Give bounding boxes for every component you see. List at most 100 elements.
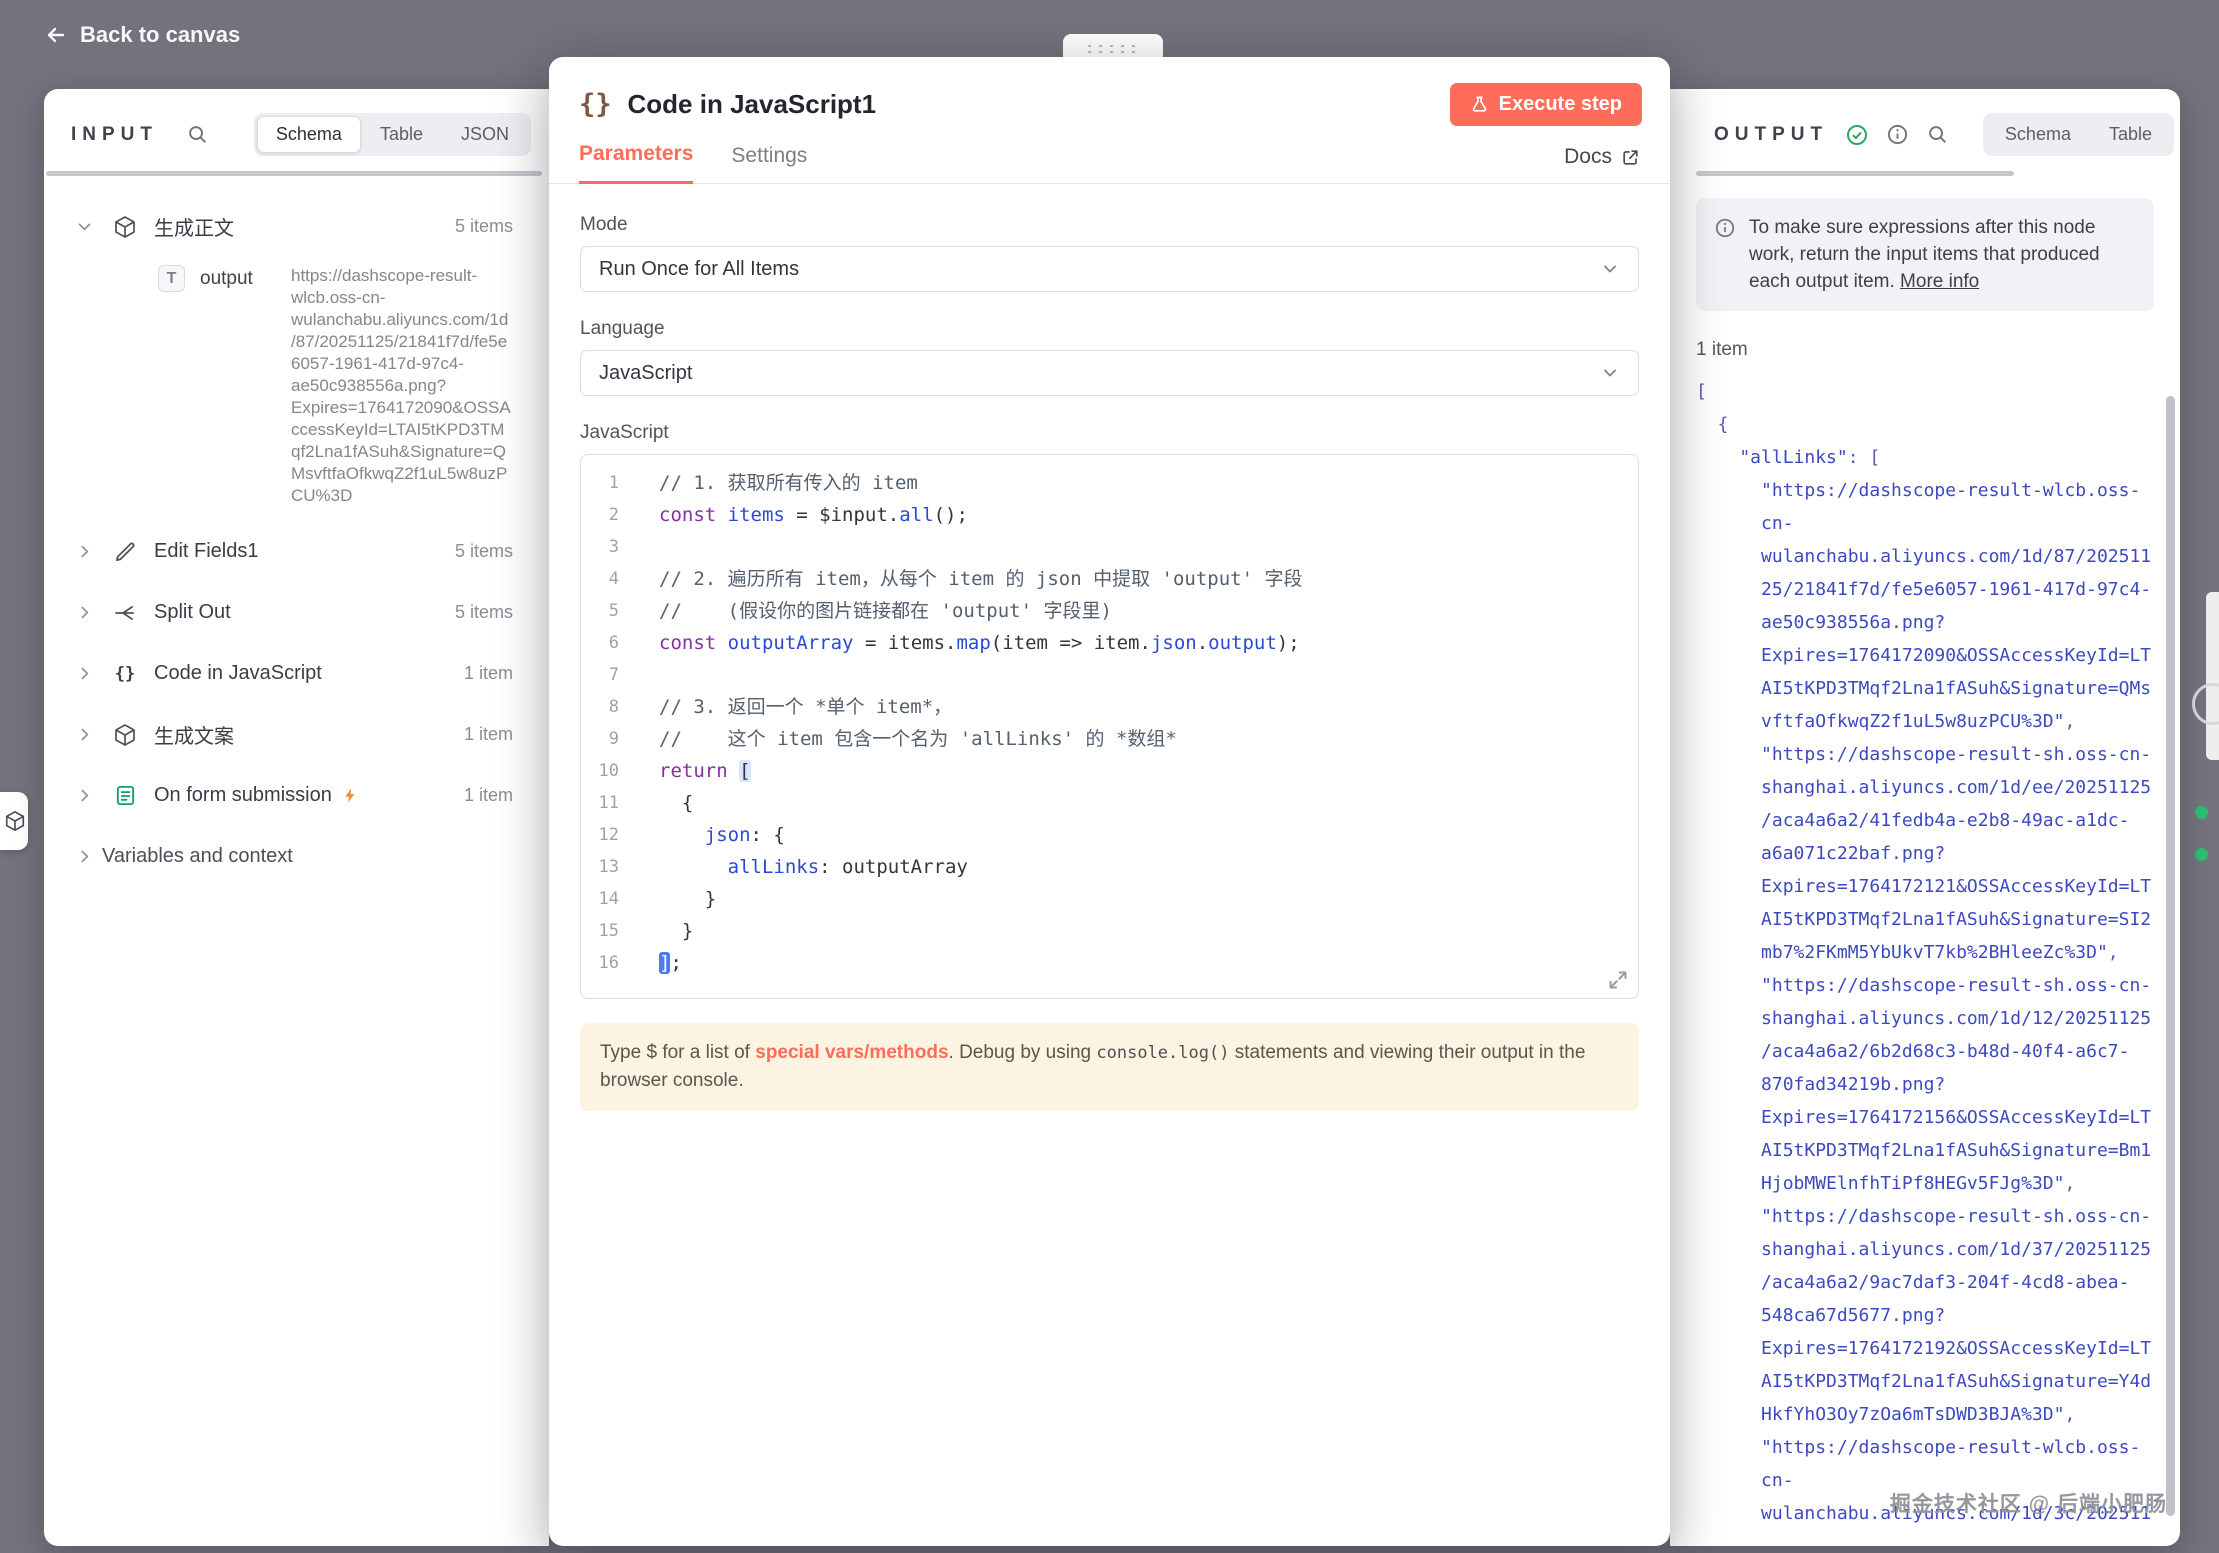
input-horizontal-scrollbar[interactable] bbox=[46, 171, 542, 176]
line-number-gutter: 12345678910111213141516 bbox=[581, 467, 633, 979]
input-node-row[interactable]: 生成文案1 item bbox=[76, 704, 513, 765]
expand-editor-icon[interactable] bbox=[1608, 970, 1628, 990]
code-token: = $input. bbox=[785, 504, 899, 526]
canvas-endpoint-circle bbox=[2192, 683, 2219, 725]
code-line: const outputArray = items.map(item => it… bbox=[659, 627, 1638, 659]
tab-settings[interactable]: Settings bbox=[731, 144, 807, 183]
line-number: 11 bbox=[581, 787, 633, 819]
code-token: } bbox=[659, 888, 716, 910]
code-token: allLinks bbox=[728, 856, 820, 878]
chevron-right-icon[interactable] bbox=[76, 604, 96, 621]
chevron-down-icon bbox=[1600, 259, 1620, 279]
node-editor-tabs: Parameters Settings Docs bbox=[549, 142, 1670, 184]
tab-output-schema[interactable]: Schema bbox=[1986, 116, 2090, 153]
language-value: JavaScript bbox=[599, 362, 692, 385]
code-token: ] bbox=[659, 952, 670, 974]
special-vars-link[interactable]: special vars/methods bbox=[755, 1042, 948, 1063]
code-line: const items = $input.all(); bbox=[659, 499, 1638, 531]
tab-input-json[interactable]: JSON bbox=[442, 116, 528, 153]
drag-dots-icon bbox=[1084, 43, 1142, 55]
pencil-icon bbox=[112, 539, 138, 565]
line-number: 9 bbox=[581, 723, 633, 755]
code-token: map bbox=[956, 632, 990, 654]
json-string-value: "https://dashscope-result-wlcb.oss-cn-wu… bbox=[1761, 480, 2151, 732]
code-line bbox=[659, 531, 1638, 563]
json-bracket: [ bbox=[1696, 381, 1707, 402]
json-string-value: "https://dashscope-result-sh.oss-cn-shan… bbox=[1761, 975, 2151, 1194]
chevron-right-icon[interactable] bbox=[76, 665, 96, 682]
more-info-link[interactable]: More info bbox=[1900, 271, 1979, 292]
code-token: // 1. 获取所有传入的 item bbox=[659, 472, 918, 494]
output-panel-header: OUTPUT Schema Table bbox=[1670, 89, 2180, 168]
code-line: allLinks: outputArray bbox=[659, 851, 1638, 883]
chevron-right-icon[interactable] bbox=[76, 543, 96, 560]
code-token: json bbox=[1151, 632, 1197, 654]
code-line: // 1. 获取所有传入的 item bbox=[659, 467, 1638, 499]
info-icon bbox=[1714, 217, 1736, 295]
json-string: "https://dashscope-result-sh.oss-cn-shan… bbox=[1761, 969, 2156, 1200]
schema-field-row[interactable]: Toutputhttps://dashscope-result-wlcb.oss… bbox=[76, 257, 513, 521]
chevron-down-icon bbox=[1600, 363, 1620, 383]
output-horizontal-scrollbar[interactable] bbox=[1696, 171, 2014, 176]
line-number: 8 bbox=[581, 691, 633, 723]
code-token: (); bbox=[934, 504, 968, 526]
item-count: 5 items bbox=[455, 602, 513, 623]
item-count: 5 items bbox=[455, 216, 513, 237]
output-json-view: [ { "allLinks": [ "https://dashscope-res… bbox=[1696, 375, 2156, 1530]
line-number: 2 bbox=[581, 499, 633, 531]
code-token bbox=[659, 824, 705, 846]
output-vertical-scrollbar[interactable] bbox=[2166, 396, 2175, 1516]
code-token: const bbox=[659, 632, 716, 654]
chevron-down-icon[interactable] bbox=[76, 218, 96, 235]
input-node-row[interactable]: 生成正文 5 items bbox=[76, 196, 513, 257]
code-token: // 这个 item 包含一个名为 'allLinks' 的 *数组* bbox=[659, 728, 1177, 750]
json-comma: , bbox=[2108, 942, 2119, 963]
code-line: // 这个 item 包含一个名为 'allLinks' 的 *数组* bbox=[659, 723, 1638, 755]
canvas-green-dot bbox=[2195, 848, 2208, 861]
execute-step-button[interactable]: Execute step bbox=[1450, 83, 1642, 126]
callout-text: To make sure expressions after this node… bbox=[1749, 214, 2136, 295]
item-count: 5 items bbox=[455, 541, 513, 562]
code-line: json: { bbox=[659, 819, 1638, 851]
output-panel-title: OUTPUT bbox=[1714, 124, 1828, 146]
line-number: 12 bbox=[581, 819, 633, 851]
code-token: (item => item. bbox=[991, 632, 1151, 654]
language-select[interactable]: JavaScript bbox=[580, 350, 1639, 396]
info-icon[interactable] bbox=[1886, 123, 1909, 146]
code-node-icon: {} bbox=[579, 89, 612, 120]
code-token: { bbox=[659, 792, 693, 814]
input-node-row[interactable]: Split Out5 items bbox=[76, 582, 513, 643]
code-editor[interactable]: 12345678910111213141516 // 1. 获取所有传入的 it… bbox=[580, 454, 1639, 999]
chevron-right-icon[interactable] bbox=[76, 787, 96, 804]
line-number: 5 bbox=[581, 595, 633, 627]
docs-label: Docs bbox=[1564, 145, 1612, 169]
tab-input-table[interactable]: Table bbox=[361, 116, 442, 153]
input-node-label: 生成正文 bbox=[154, 212, 234, 241]
lightning-icon bbox=[342, 787, 359, 804]
chevron-right-icon[interactable] bbox=[76, 726, 96, 743]
code-token bbox=[659, 856, 728, 878]
mode-select[interactable]: Run Once for All Items bbox=[580, 246, 1639, 292]
tab-input-schema[interactable]: Schema bbox=[257, 116, 361, 153]
input-node-row[interactable]: On form submission1 item bbox=[76, 765, 513, 826]
code-line: ]; bbox=[659, 947, 1638, 979]
docs-link[interactable]: Docs bbox=[1564, 145, 1640, 183]
input-node-row[interactable]: Edit Fields15 items bbox=[76, 521, 513, 582]
flask-icon bbox=[1470, 95, 1489, 114]
success-check-icon bbox=[1845, 123, 1869, 147]
parameters-body: Mode Run Once for All Items Language Jav… bbox=[549, 184, 1670, 1111]
tab-output-table[interactable]: Table bbox=[2090, 116, 2171, 153]
chevron-right-icon[interactable] bbox=[76, 848, 96, 865]
input-node-row[interactable]: Variables and context bbox=[76, 826, 513, 887]
search-icon[interactable] bbox=[186, 123, 209, 146]
back-to-canvas-link[interactable]: Back to canvas bbox=[44, 22, 240, 48]
tab-parameters[interactable]: Parameters bbox=[579, 142, 693, 184]
search-icon[interactable] bbox=[1926, 123, 1949, 146]
code-token: } bbox=[659, 920, 693, 942]
hint-prefix: Type $ for a list of bbox=[600, 1042, 755, 1063]
language-label: Language bbox=[580, 318, 1639, 340]
input-node-row[interactable]: {}Code in JavaScript1 item bbox=[76, 643, 513, 704]
json-line: [ bbox=[1696, 375, 2156, 408]
canvas-node-partial-right bbox=[2206, 592, 2219, 760]
cube-icon bbox=[112, 214, 138, 240]
